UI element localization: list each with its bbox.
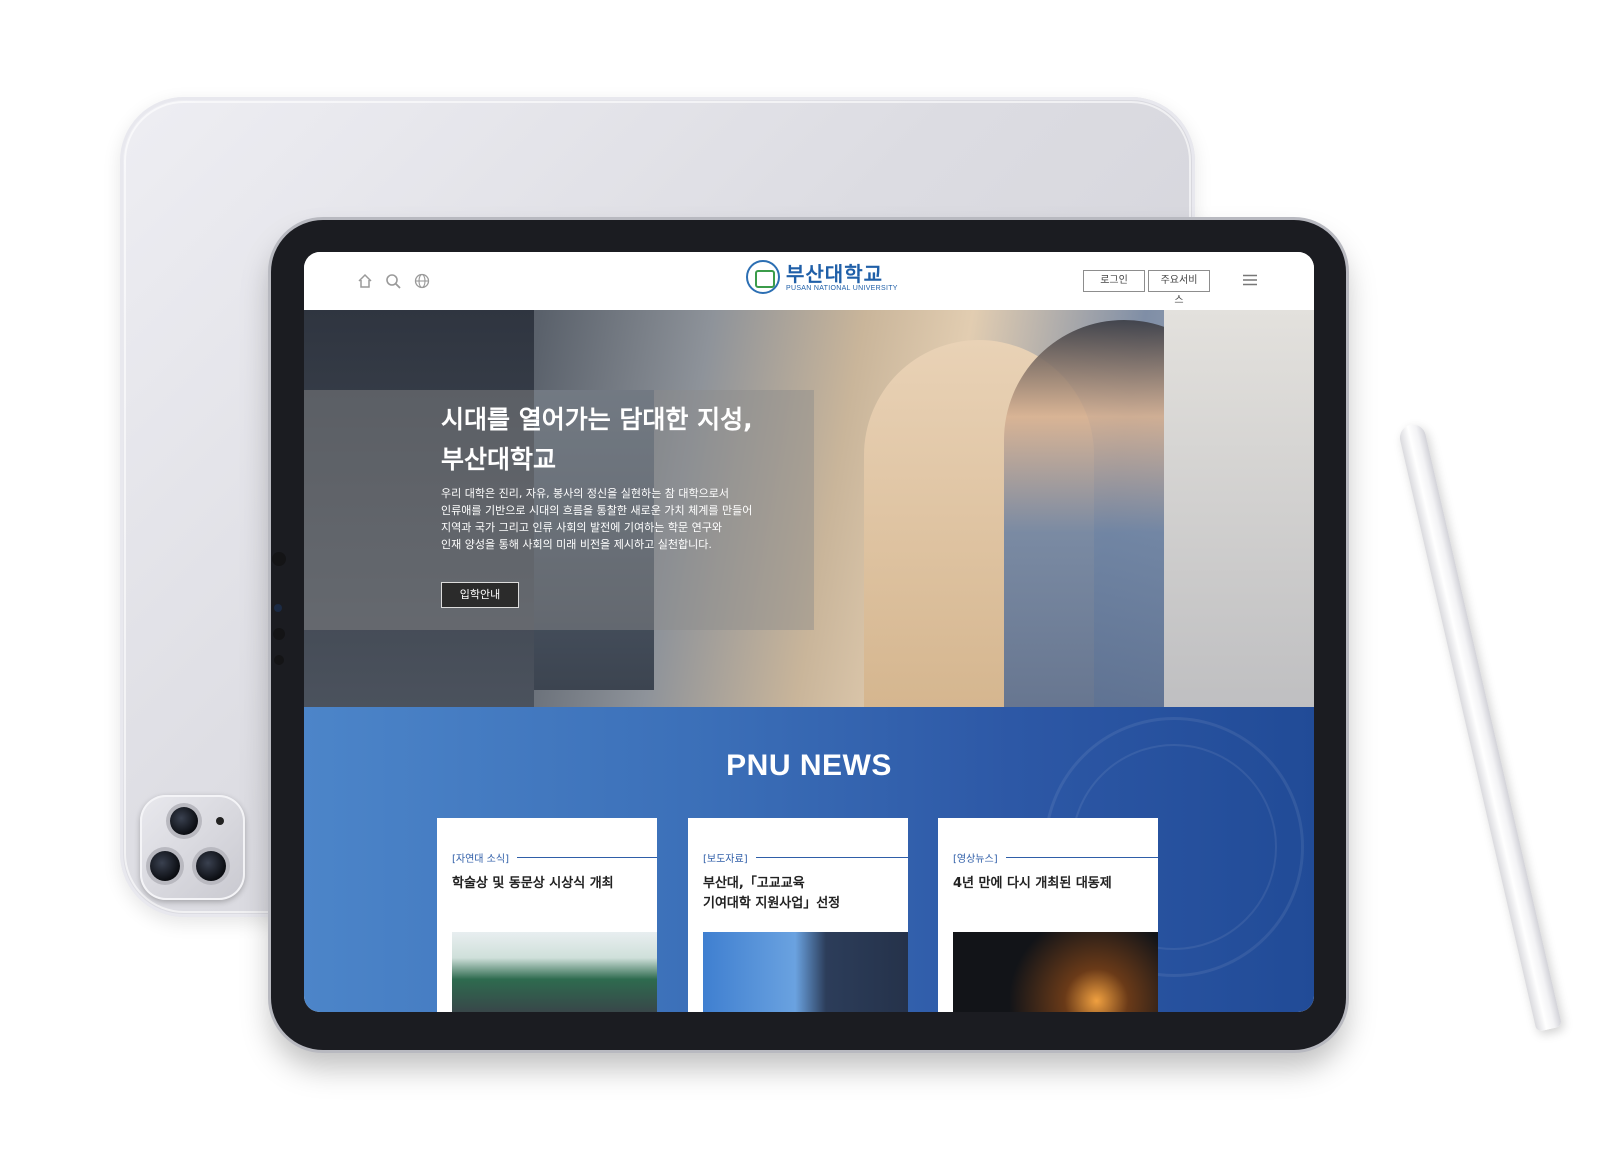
main-services-button[interactable]: 주요서비스 <box>1148 270 1210 306</box>
stylus-pencil <box>1397 422 1563 1033</box>
university-seal-icon <box>746 260 780 294</box>
news-card-title: 학술상 및 동문상 시상식 개최 <box>452 874 652 894</box>
news-section-title: PNU NEWS <box>726 749 892 782</box>
sensor-dot <box>274 604 282 612</box>
hero-description-line: 인재 양성을 통해 사회의 미래 비전을 제시하고 실천합니다. <box>441 538 712 551</box>
hero-title-line: 시대를 열어가는 담대한 지성, <box>441 405 753 434</box>
news-section: PNU NEWS [자연대 소식] 학술상 및 동문상 시상식 개최 [보도자료… <box>304 707 1314 1012</box>
hero-photo-student <box>1164 310 1314 707</box>
news-card-title-line: 기여대학 지원사업」선정 <box>703 896 841 911</box>
logo-korean-name: 부산대학교 <box>786 261 883 286</box>
camera-lens <box>150 851 180 881</box>
news-card-title-line: 학술상 및 동문상 시상식 개최 <box>452 876 614 891</box>
hero-title-line: 부산대학교 <box>441 445 557 474</box>
news-card-category: [영상뉴스] <box>953 850 1006 865</box>
camera-module <box>140 795 245 900</box>
news-card-title-line: 부산대,「고교교육 <box>703 876 805 891</box>
hero-description-line: 우리 대학은 진리, 자유, 봉사의 정신을 실현하는 참 대학으로서 <box>441 487 729 500</box>
hero-title: 시대를 열어가는 담대한 지성, 부산대학교 <box>441 400 821 480</box>
logo-english-name: PUSAN NATIONAL UNIVERSITY <box>786 284 898 292</box>
hero-banner: 시대를 열어가는 담대한 지성, 부산대학교 우리 대학은 진리, 자유, 봉사… <box>304 310 1314 707</box>
search-icon[interactable] <box>384 272 402 290</box>
site-header: 부산대학교 PUSAN NATIONAL UNIVERSITY 로그인 주요서비… <box>304 252 1314 310</box>
news-card[interactable]: [보도자료] 부산대,「고교교육 기여대학 지원사업」선정 <box>688 818 908 1012</box>
news-card-image <box>953 932 1158 1012</box>
news-card-category: [보도자료] <box>703 850 756 865</box>
sensor-dot <box>274 655 284 665</box>
news-card-image <box>452 932 657 1012</box>
news-card-title-line: 4년 만에 다시 개최된 대동제 <box>953 876 1112 891</box>
tablet-screen: 부산대학교 PUSAN NATIONAL UNIVERSITY 로그인 주요서비… <box>304 252 1314 1012</box>
camera-lens <box>196 851 226 881</box>
news-card-category: [자연대 소식] <box>452 850 517 865</box>
university-logo[interactable]: 부산대학교 PUSAN NATIONAL UNIVERSITY <box>746 260 898 294</box>
front-camera-dot <box>272 552 286 566</box>
admission-info-button[interactable]: 입학안내 <box>441 582 519 608</box>
menu-icon[interactable] <box>1242 274 1258 286</box>
sensor-dot <box>273 628 285 640</box>
news-card-image <box>703 932 908 1012</box>
news-card[interactable]: [영상뉴스] 4년 만에 다시 개최된 대동제 <box>938 818 1158 1012</box>
globe-icon[interactable] <box>413 272 431 290</box>
news-card-title: 4년 만에 다시 개최된 대동제 <box>953 874 1153 894</box>
camera-flash <box>216 817 224 825</box>
camera-lens <box>170 807 198 835</box>
login-button[interactable]: 로그인 <box>1083 270 1145 292</box>
home-icon[interactable] <box>356 272 374 290</box>
hero-description: 우리 대학은 진리, 자유, 봉사의 정신을 실현하는 참 대학으로서 인류애를… <box>441 485 821 553</box>
news-card[interactable]: [자연대 소식] 학술상 및 동문상 시상식 개최 <box>437 818 657 1012</box>
hero-description-line: 인류애를 기반으로 시대의 흐름을 통찰한 새로운 가치 체계를 만들어 <box>441 504 753 517</box>
news-card-title: 부산대,「고교교육 기여대학 지원사업」선정 <box>703 874 903 914</box>
hero-description-line: 지역과 국가 그리고 인류 사회의 발전에 기여하는 학문 연구와 <box>441 521 722 534</box>
